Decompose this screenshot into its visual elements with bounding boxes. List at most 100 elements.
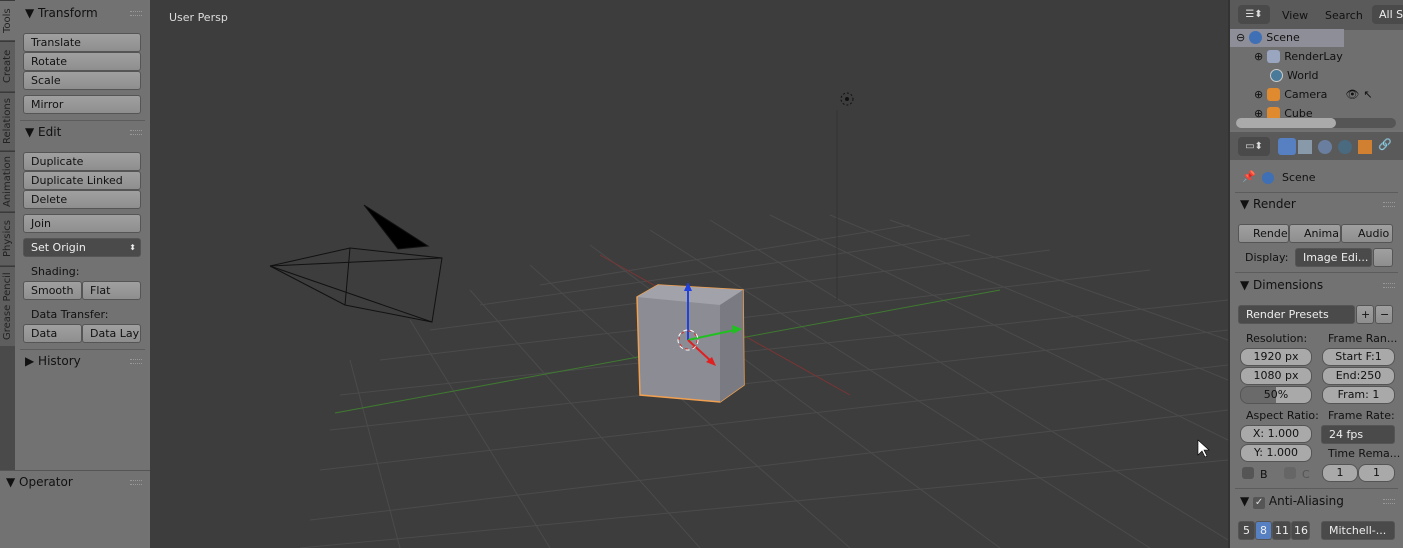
drag-grip[interactable] [130,480,142,485]
anti-aliasing-panel-header[interactable]: ▼ ✓ Anti-Aliasing [1240,494,1344,509]
horizontal-scrollbar[interactable] [1236,118,1396,128]
drag-grip[interactable] [1383,202,1395,207]
panel-title: Transform [38,6,98,20]
search-menu[interactable]: Search [1325,9,1363,22]
time-remap-new-field[interactable]: 1 [1358,464,1395,482]
join-button[interactable]: Join [23,214,141,233]
lock-icon[interactable] [1373,248,1393,267]
render-panel-header[interactable]: ▼ Render [1240,197,1296,211]
mouse-cursor-icon [1197,439,1210,458]
rotate-button[interactable]: Rotate [23,52,141,71]
time-remap-old-field[interactable]: 1 [1322,464,1358,482]
aa-filter-dropdown[interactable]: Mitchell-... [1321,521,1395,540]
remove-preset-button[interactable]: − [1375,305,1393,324]
object-tab-icon[interactable] [1358,140,1372,154]
aa-samples-16[interactable]: 16 [1291,521,1310,540]
duplicate-linked-button[interactable]: Duplicate Linked [23,171,141,190]
expand-icon[interactable]: ⊕ [1254,50,1263,63]
render-layer-icon [1267,50,1281,63]
edit-panel-header[interactable]: ▼ Edit [25,125,61,139]
view-menu[interactable]: View [1282,9,1308,22]
tab-tools[interactable]: Tools [0,0,15,40]
audio-button[interactable]: Audio [1341,224,1393,243]
tab-relations[interactable]: Relations [0,92,15,150]
drag-grip[interactable] [130,130,142,135]
transform-panel-header[interactable]: ▼ Transform [25,6,98,20]
frame-step-field[interactable]: Fram: 1 [1322,386,1395,404]
aa-samples-11[interactable]: 11 [1272,521,1291,540]
end-frame-field[interactable]: End:250 [1322,367,1395,385]
border-checkbox[interactable] [1242,467,1254,479]
drag-grip[interactable] [130,11,142,16]
tab-physics[interactable]: Physics [0,212,15,265]
divider [20,349,145,350]
scale-button[interactable]: Scale [23,71,141,90]
expand-icon[interactable]: ⊕ [1254,88,1263,101]
editor-type-button[interactable]: ▭⬍ [1238,137,1270,156]
constraints-tab-icon[interactable]: 🔗 [1378,138,1392,151]
outliner-item-world[interactable]: World [1270,69,1319,82]
resolution-y-field[interactable]: 1080 px [1240,367,1312,385]
start-frame-field[interactable]: Start F:1 [1322,348,1395,366]
drag-grip[interactable] [1383,283,1395,288]
data-layout-button[interactable]: Data Lay [82,324,141,343]
world-tab-icon[interactable] [1338,140,1352,154]
tab-animation[interactable]: Animation [0,151,15,211]
properties-header: ▭⬍ 🔗 [1230,132,1403,160]
flat-button[interactable]: Flat [82,281,141,300]
set-origin-dropdown[interactable]: Set Origin ⬍ [23,238,141,257]
smooth-button[interactable]: Smooth [23,281,82,300]
right-panels: ☰⬍ View Search All Sc ⊖Scene ⊕RenderLay … [1228,0,1403,548]
render-image-button[interactable]: Rende [1238,224,1289,243]
pin-icon[interactable]: 📌 [1242,170,1256,183]
outliner-item-scene[interactable]: ⊖ Scene [1236,31,1300,44]
frame-rate-dropdown[interactable]: 24 fps [1321,425,1395,444]
data-button[interactable]: Data [23,324,82,343]
item-label: Camera [1284,88,1328,101]
collapse-icon[interactable]: ⊖ [1236,31,1245,44]
render-layers-tab-icon[interactable] [1298,140,1312,154]
outliner-item-renderlayer[interactable]: ⊕ RenderLay [1254,50,1343,63]
duplicate-button[interactable]: Duplicate [23,152,141,171]
editor-type-button[interactable]: ☰⬍ [1238,5,1270,24]
dropdown-value: Set Origin [31,241,86,254]
time-remap-label: Time Rema... [1328,447,1401,460]
delete-button[interactable]: Delete [23,190,141,209]
scrollbar-thumb[interactable] [1236,118,1336,128]
dimensions-panel-header[interactable]: ▼ Dimensions [1240,278,1323,292]
scene-canvas [269,92,1228,548]
3d-viewport[interactable]: User Persp [150,0,1228,548]
history-panel-header[interactable]: ▶ History [25,354,81,368]
render-animation-button[interactable]: Anima [1289,224,1341,243]
operator-panel: ▼ Operator [0,470,150,548]
anti-aliasing-checkbox[interactable]: ✓ [1253,497,1266,509]
add-preset-button[interactable]: + [1356,305,1374,324]
render-presets-dropdown[interactable]: Render Presets [1238,305,1355,324]
floor-grid [299,214,1228,548]
crop-checkbox[interactable] [1284,467,1296,479]
scene-tab-icon[interactable] [1318,140,1332,154]
render-tab-icon[interactable] [1278,138,1296,155]
visibility-eye-icon[interactable]: 👁 [1345,88,1359,101]
aa-samples-8[interactable]: 8 [1255,521,1272,540]
resolution-percentage-slider[interactable]: 50% [1240,386,1312,404]
tab-grease-pencil[interactable]: Grease Pencil [0,266,15,346]
display-mode-dropdown[interactable]: All Sc [1372,5,1403,24]
panel-title: History [38,354,81,368]
panel-title: Dimensions [1253,278,1324,292]
select-cursor-icon[interactable]: ↖ [1363,88,1372,101]
item-label: Scene [1266,31,1300,44]
aspect-x-field[interactable]: X: 1.000 [1240,425,1312,443]
translate-button[interactable]: Translate [23,33,141,52]
outliner-item-camera[interactable]: ⊕ Camera 👁 ↖ [1254,88,1373,101]
operator-panel-header[interactable]: ▼ Operator [6,475,73,489]
mirror-button[interactable]: Mirror [23,95,141,114]
aa-samples-5[interactable]: 5 [1238,521,1255,540]
drag-grip[interactable] [130,359,142,364]
divider [1235,272,1398,273]
resolution-x-field[interactable]: 1920 px [1240,348,1312,366]
display-dropdown[interactable]: Image Edi... [1295,248,1372,267]
drag-grip[interactable] [1383,499,1395,504]
aspect-y-field[interactable]: Y: 1.000 [1240,444,1312,462]
tab-create[interactable]: Create [0,41,15,91]
